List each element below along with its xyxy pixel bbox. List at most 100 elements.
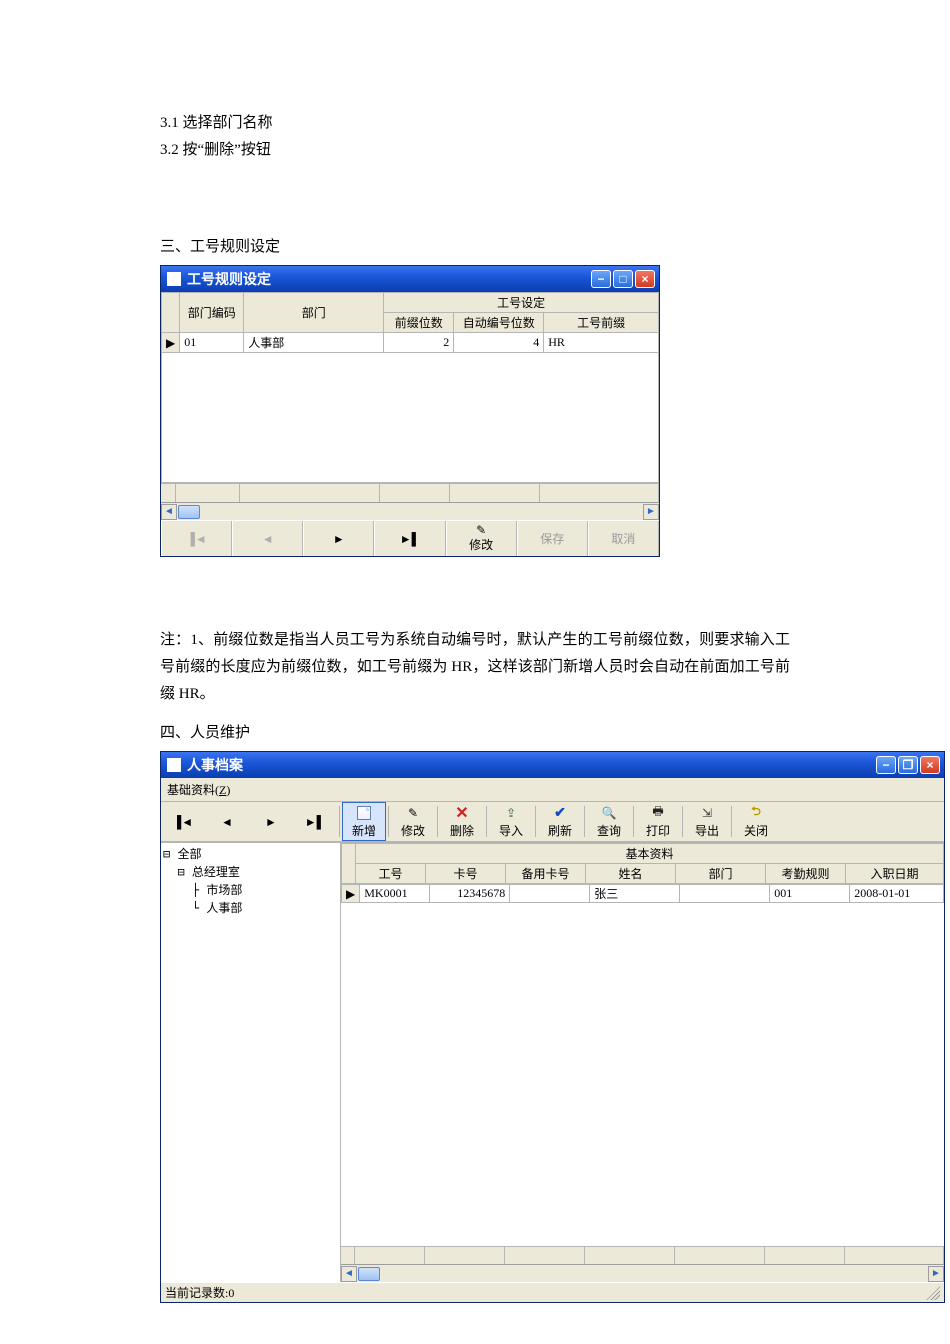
rule-grid[interactable]: 部门编码 部门 工号设定 前缀位数 自动编号位数 工号前缀 ▶ 01 人事部 2 xyxy=(161,292,659,520)
goto-first-icon: ▐◄ xyxy=(186,533,206,545)
edit-icon: ✎ xyxy=(476,524,486,536)
cell-auto-len[interactable]: 4 xyxy=(454,333,544,353)
cell-bak-cardno[interactable] xyxy=(510,885,590,903)
doc-line-3-2: 3.2 按“删除”按钮 xyxy=(160,137,790,164)
window-title: 人事档案 xyxy=(187,755,876,775)
scroll-left-icon[interactable]: ◄ xyxy=(161,504,177,520)
grid-footer xyxy=(341,1246,944,1264)
titlebar[interactable]: 工号规则设定 − □ × xyxy=(161,266,659,292)
col-bak-cardno[interactable]: 备用卡号 xyxy=(506,864,586,884)
status-record-count: 当前记录数:0 xyxy=(165,1284,234,1301)
data-row[interactable]: ▶ MK0001 12345678 张三 001 2008-01-01 xyxy=(342,885,944,903)
h-scrollbar[interactable]: ◄ ► xyxy=(341,1264,944,1282)
cell-hiredate[interactable]: 2008-01-01 xyxy=(850,885,944,903)
goto-next-icon: ► xyxy=(333,533,345,545)
minimize-button[interactable]: − xyxy=(591,270,611,288)
close-button[interactable]: × xyxy=(920,756,940,774)
scroll-thumb[interactable] xyxy=(178,505,200,519)
cell-prefix-len[interactable]: 2 xyxy=(384,333,454,353)
col-hiredate[interactable]: 入职日期 xyxy=(846,864,944,884)
refresh-icon: ✔ xyxy=(554,805,566,821)
tb-refresh-button[interactable]: ✔刷新 xyxy=(538,802,582,841)
cell-dept-code[interactable]: 01 xyxy=(180,333,244,353)
tree-node-market[interactable]: ├ 市场部 xyxy=(163,881,338,899)
scroll-left-icon[interactable]: ◄ xyxy=(341,1266,357,1282)
col-dept[interactable]: 部门 xyxy=(676,864,766,884)
tb-import-button[interactable]: ⇪导入 xyxy=(489,802,533,841)
nav-cancel-button: 取消 xyxy=(588,521,659,556)
doc-heading-3: 三、工号规则设定 xyxy=(160,234,790,261)
col-prefix-len[interactable]: 前缀位数 xyxy=(384,313,454,333)
goto-last-icon: ►▌ xyxy=(305,814,325,830)
data-row[interactable]: ▶ 01 人事部 2 4 HR xyxy=(162,333,659,353)
goto-last-icon: ►▌ xyxy=(400,533,420,545)
cell-cardno[interactable]: 12345678 xyxy=(430,885,510,903)
cell-dept[interactable] xyxy=(680,885,770,903)
h-scrollbar[interactable]: ◄ ► xyxy=(161,502,659,520)
tb-prev-button[interactable]: ◄ xyxy=(205,802,249,841)
tree-node-hr[interactable]: └ 人事部 xyxy=(163,899,338,917)
tb-query-button[interactable]: 🔍查询 xyxy=(587,802,631,841)
minimize-button[interactable]: − xyxy=(876,756,896,774)
tb-print-button[interactable]: 🖶打印 xyxy=(636,802,680,841)
nav-save-label: 保存 xyxy=(540,530,564,547)
tb-query-label: 查询 xyxy=(597,822,621,839)
import-icon: ⇪ xyxy=(506,805,516,821)
tb-first-button[interactable]: ▐◄ xyxy=(161,802,205,841)
maximize-button[interactable]: □ xyxy=(613,270,633,288)
tb-close-button[interactable]: ⮌关闭 xyxy=(734,802,778,841)
exit-icon: ⮌ xyxy=(751,805,761,821)
col-prefix[interactable]: 工号前缀 xyxy=(544,313,659,333)
nav-prev-button[interactable]: ◄ xyxy=(232,521,303,556)
col-dept-code[interactable]: 部门编码 xyxy=(180,293,244,333)
col-dept[interactable]: 部门 xyxy=(244,293,384,333)
col-att-rule[interactable]: 考勤规则 xyxy=(766,864,846,884)
cell-att-rule[interactable]: 001 xyxy=(770,885,850,903)
tb-next-button[interactable]: ► xyxy=(249,802,293,841)
tree-gm-label: 总经理室 xyxy=(192,865,240,879)
export-icon: ⇲ xyxy=(702,805,712,821)
window-personnel-file: 人事档案 − ❐ × 基础资料(Z) ▐◄ ◄ ► ►▌ 新增 ✎修改 ✕删除 … xyxy=(160,751,945,1303)
titlebar[interactable]: 人事档案 − ❐ × xyxy=(161,752,944,778)
tb-edit-button[interactable]: ✎修改 xyxy=(391,802,435,841)
tb-new-button[interactable]: 新增 xyxy=(342,802,386,841)
tree-node-gm[interactable]: ⊟ 总经理室 xyxy=(163,863,338,881)
menu-bar[interactable]: 基础资料(Z) xyxy=(161,778,944,802)
personnel-grid[interactable]: ▶ MK0001 12345678 张三 001 2008-01-01 xyxy=(341,884,944,903)
col-empno[interactable]: 工号 xyxy=(356,864,426,884)
tb-edit-label: 修改 xyxy=(401,822,425,839)
tree-root[interactable]: ⊟ 全部 xyxy=(163,845,338,863)
new-icon xyxy=(357,805,371,821)
col-auto-len[interactable]: 自动编号位数 xyxy=(454,313,544,333)
doc-note: 注：1、前缀位数是指当人员工号为系统自动编号时，默认产生的工号前缀位数，则要求输… xyxy=(160,627,790,708)
nav-next-button[interactable]: ► xyxy=(303,521,374,556)
restore-button[interactable]: ❐ xyxy=(898,756,918,774)
nav-last-button[interactable]: ►▌ xyxy=(374,521,445,556)
scroll-right-icon[interactable]: ► xyxy=(928,1266,944,1282)
scroll-right-icon[interactable]: ► xyxy=(643,504,659,520)
menu-basic-data[interactable]: 基础资料(Z) xyxy=(167,783,230,797)
resize-grip-icon[interactable] xyxy=(926,1286,940,1300)
nav-first-button[interactable]: ▐◄ xyxy=(161,521,232,556)
edit-icon: ✎ xyxy=(408,805,418,821)
cell-prefix[interactable]: HR xyxy=(544,333,659,353)
grid-footer xyxy=(161,483,659,502)
tb-last-button[interactable]: ►▌ xyxy=(293,802,337,841)
cell-empno[interactable]: MK0001 xyxy=(360,885,430,903)
row-indicator: ▶ xyxy=(342,885,360,903)
nav-edit-button[interactable]: ✎修改 xyxy=(446,521,517,556)
tb-import-label: 导入 xyxy=(499,822,523,839)
tb-delete-button[interactable]: ✕删除 xyxy=(440,802,484,841)
search-icon: 🔍 xyxy=(602,805,617,821)
row-indicator-header xyxy=(162,293,180,333)
cell-dept[interactable]: 人事部 xyxy=(244,333,384,353)
close-button[interactable]: × xyxy=(635,270,655,288)
dept-tree[interactable]: ⊟ 全部 ⊟ 总经理室 ├ 市场部 └ 人事部 xyxy=(161,843,341,1282)
tb-export-label: 导出 xyxy=(695,822,719,839)
scroll-thumb[interactable] xyxy=(358,1267,380,1281)
goto-prev-icon: ◄ xyxy=(221,814,233,830)
col-name[interactable]: 姓名 xyxy=(586,864,676,884)
cell-name[interactable]: 张三 xyxy=(590,885,680,903)
col-cardno[interactable]: 卡号 xyxy=(426,864,506,884)
tb-export-button[interactable]: ⇲导出 xyxy=(685,802,729,841)
